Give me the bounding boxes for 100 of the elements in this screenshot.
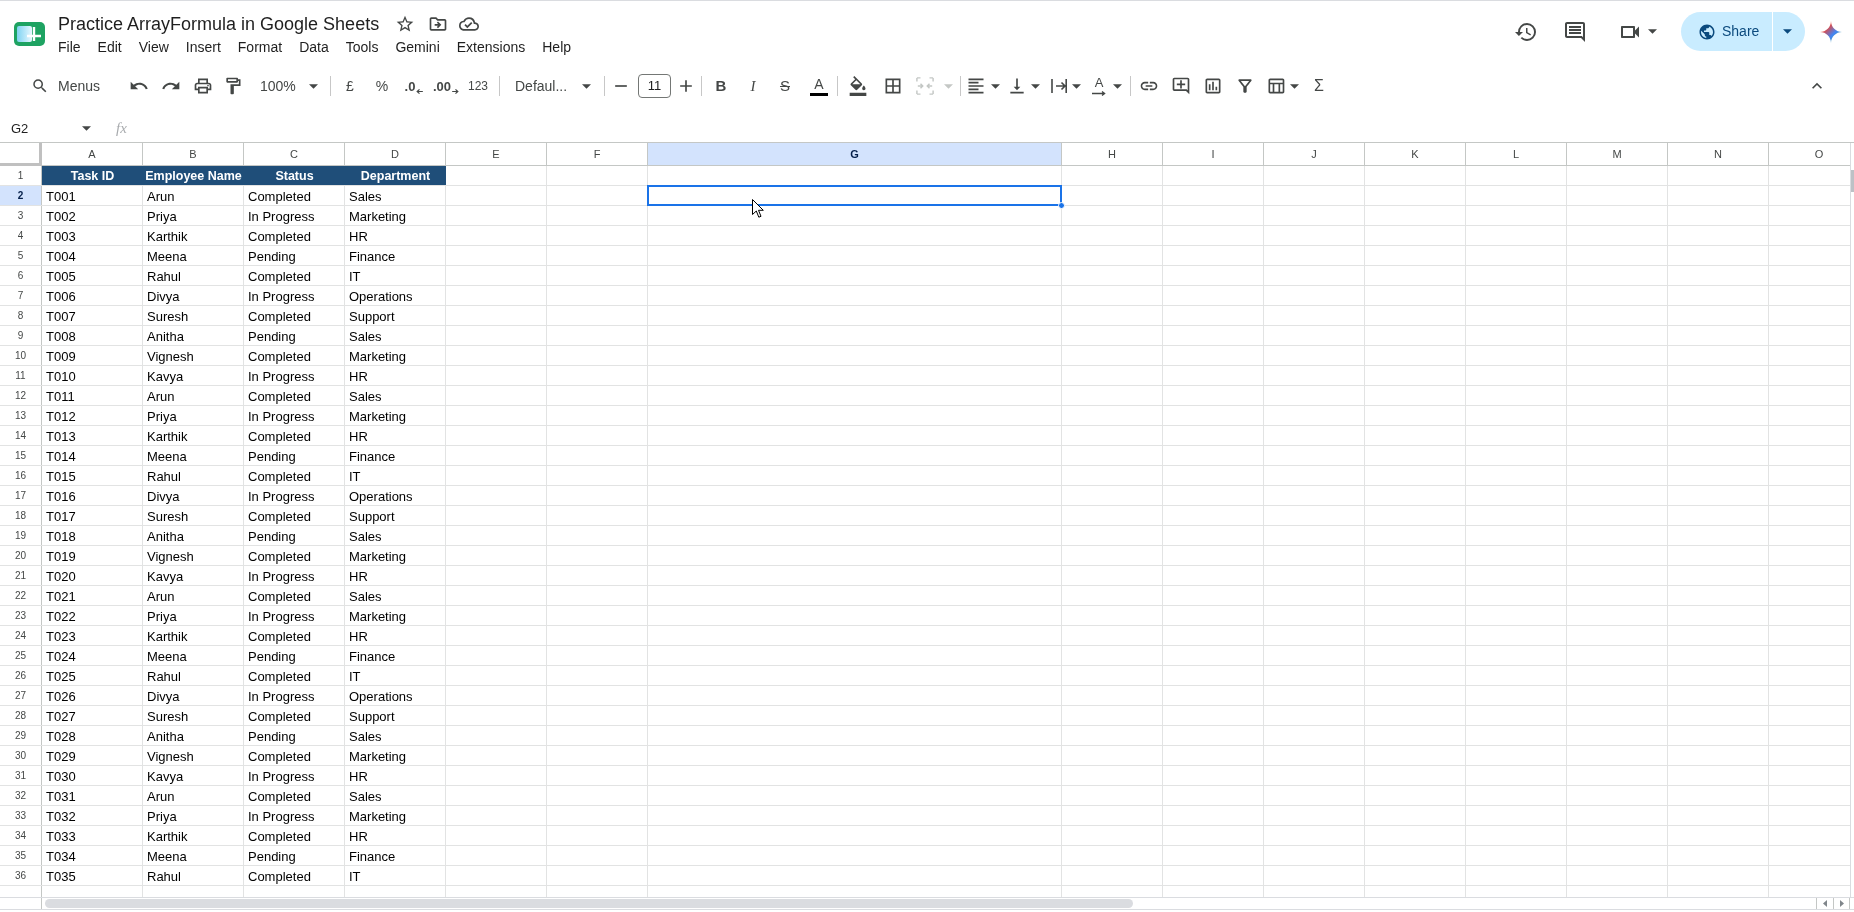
currency-format-button[interactable]: £ <box>346 75 354 97</box>
add-comment-icon[interactable] <box>1171 76 1191 96</box>
borders-icon[interactable] <box>883 76 903 96</box>
table-cell-text: Anitha <box>146 527 185 545</box>
column-header[interactable]: G <box>648 143 1062 166</box>
table-cell-text: Marketing <box>348 407 408 425</box>
column-header[interactable]: M <box>1567 143 1668 166</box>
table-cell-text: T007 <box>45 307 77 325</box>
table-cell-text: Completed <box>247 747 312 765</box>
menu-item[interactable]: Edit <box>89 40 130 54</box>
menu-item[interactable]: Extensions <box>448 40 534 54</box>
menu-item[interactable]: Help <box>534 40 580 54</box>
paint-bucket-icon[interactable] <box>848 76 868 96</box>
column-header[interactable]: K <box>1365 143 1466 166</box>
table-cell-text: Rahul <box>146 867 182 885</box>
column-header[interactable]: E <box>446 143 547 166</box>
comment-icon[interactable] <box>1563 19 1587 44</box>
text-wrap-icon[interactable] <box>1051 79 1067 93</box>
column-header[interactable]: A <box>42 143 143 166</box>
scrollbar-thumb[interactable] <box>45 899 1133 908</box>
number-format-button[interactable]: 123 <box>468 77 488 95</box>
table-cell-text: Vignesh <box>146 747 195 765</box>
column-header[interactable]: L <box>1466 143 1567 166</box>
font-size-field[interactable]: 11 <box>638 74 671 98</box>
align-left-icon[interactable] <box>966 76 986 96</box>
sheets-logo-icon[interactable] <box>14 22 45 46</box>
menu-item[interactable]: Insert <box>177 40 229 54</box>
table-cell-text: Sales <box>348 327 383 345</box>
caret-icon[interactable] <box>82 126 91 131</box>
table-cell-text: Anitha <box>146 727 185 745</box>
caret-icon[interactable] <box>1648 29 1657 34</box>
text-color-button[interactable]: A <box>814 76 824 91</box>
caret-right-icon[interactable] <box>1839 900 1844 907</box>
table-cell-text: T011 <box>45 387 76 405</box>
table-cell-text: Kavya <box>146 767 185 785</box>
caret-icon[interactable] <box>582 83 591 89</box>
zoom-select[interactable]: 100% <box>260 75 297 97</box>
print-icon[interactable] <box>193 76 213 96</box>
table-cell-text: Completed <box>247 467 312 485</box>
bold-button[interactable]: B <box>715 74 727 98</box>
folder-icon[interactable] <box>428 14 449 34</box>
table-cell-text: Meena <box>146 647 188 665</box>
paint-format-icon[interactable] <box>223 76 243 96</box>
table-cell-text: Rahul <box>146 467 182 485</box>
caret-icon[interactable] <box>1072 83 1081 89</box>
table-cell-text: Sales <box>348 727 383 745</box>
caret-icon[interactable] <box>991 83 1000 89</box>
percent-format-button[interactable]: % <box>375 75 389 97</box>
menu-item[interactable]: Format <box>229 40 291 54</box>
table-cell-text: Kavya <box>146 567 185 585</box>
column-header[interactable]: D <box>345 143 446 166</box>
table-cell-text: IT <box>348 667 362 685</box>
text-rotation-button[interactable]: A <box>1094 76 1104 89</box>
menu-item[interactable]: Gemini <box>387 40 448 54</box>
functions-button[interactable]: Σ <box>1314 78 1324 94</box>
caret-icon[interactable] <box>1290 83 1299 89</box>
strikethrough-button[interactable]: S <box>780 74 790 98</box>
menu-search-field[interactable]: Menus <box>58 75 104 97</box>
header-cell: Department <box>345 166 446 185</box>
column-header[interactable]: N <box>1668 143 1769 166</box>
table-cell-text: Operations <box>348 687 414 705</box>
menu-item[interactable]: File <box>50 40 89 54</box>
menu-item[interactable]: View <box>130 40 177 54</box>
sparkle-icon[interactable] <box>1820 20 1842 43</box>
document-title[interactable]: Practice ArrayFormula in Google Sheets <box>58 15 380 33</box>
cloud-icon[interactable] <box>459 14 480 34</box>
name-box[interactable]: G2 <box>8 116 96 141</box>
column-header[interactable]: J <box>1264 143 1365 166</box>
scrollbar-thumb[interactable] <box>1851 170 1854 192</box>
table-icon[interactable] <box>1266 76 1286 96</box>
caret-left-icon[interactable] <box>1823 900 1827 907</box>
menu-item[interactable]: Tools <box>337 40 387 54</box>
table-cell-text: Marketing <box>348 207 408 225</box>
table-cell-text: T029 <box>45 747 77 765</box>
caret-icon[interactable] <box>1113 83 1122 89</box>
share-button[interactable]: Share <box>1681 12 1772 51</box>
column-header[interactable]: I <box>1163 143 1264 166</box>
mouse-pointer-icon <box>752 199 764 218</box>
table-cell-text: Divya <box>146 687 181 705</box>
row-header[interactable]: 2 <box>0 186 41 205</box>
table-cell-text: T023 <box>45 627 77 645</box>
table-cell-text: In Progress <box>247 607 316 625</box>
menu-item[interactable]: Data <box>291 40 337 54</box>
table-cell-text: Pending <box>247 447 297 465</box>
italic-button[interactable]: I <box>750 74 756 98</box>
vertical-align-icon[interactable] <box>1007 76 1027 96</box>
fill-handle[interactable] <box>1058 202 1065 209</box>
caret-icon[interactable] <box>309 83 318 89</box>
table-cell-text: Pending <box>247 327 297 345</box>
increase-decimal-button[interactable]: .00 <box>432 79 452 93</box>
column-header[interactable]: C <box>244 143 345 166</box>
column-header[interactable]: B <box>143 143 244 166</box>
font-select[interactable]: Defaul... <box>515 75 571 97</box>
chart-icon[interactable] <box>1203 76 1223 96</box>
column-header[interactable]: F <box>547 143 648 166</box>
column-header[interactable]: H <box>1062 143 1163 166</box>
decrease-decimal-button[interactable]: .0 <box>404 79 416 93</box>
table-cell-text: Finance <box>348 847 397 865</box>
table-cell-text: Marketing <box>348 347 408 365</box>
caret-icon[interactable] <box>1031 83 1040 89</box>
